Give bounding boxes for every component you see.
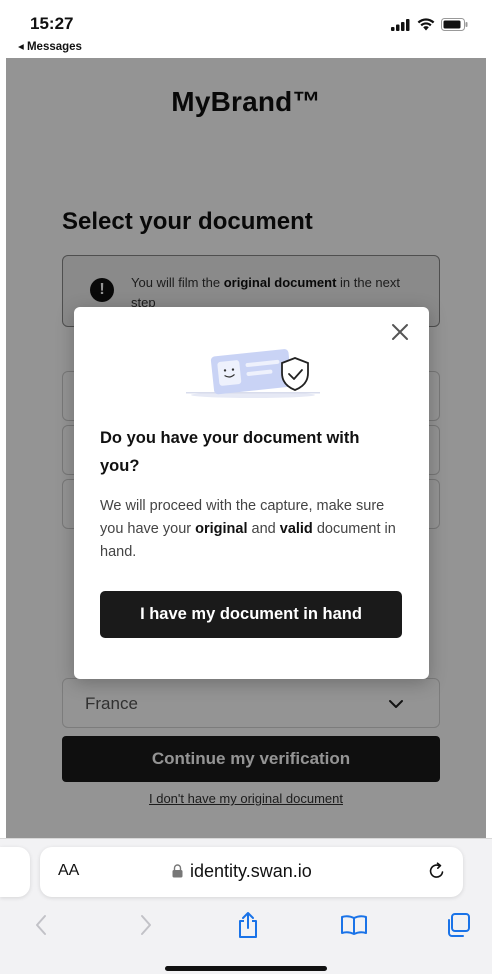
close-icon[interactable] bbox=[389, 321, 411, 343]
cellular-signal-icon bbox=[391, 18, 410, 31]
status-time: 15:27 bbox=[30, 14, 74, 33]
previous-tab-preview[interactable] bbox=[0, 847, 30, 897]
tabs-icon[interactable] bbox=[440, 907, 476, 943]
url-text: identity.swan.io bbox=[190, 861, 312, 881]
browser-toolbar: AA identity.swan.io bbox=[0, 838, 492, 974]
back-icon[interactable] bbox=[23, 907, 59, 943]
modal-title: Do you have your document with you? bbox=[100, 429, 360, 475]
home-indicator[interactable] bbox=[165, 966, 327, 971]
wifi-icon bbox=[417, 18, 435, 31]
forward-icon[interactable] bbox=[128, 907, 164, 943]
page-settings-button[interactable]: AA bbox=[58, 862, 79, 880]
back-to-messages-link[interactable]: ◂ Messages bbox=[18, 39, 82, 53]
lock-icon bbox=[172, 864, 183, 878]
id-card-shield-illustration bbox=[186, 349, 320, 398]
document-check-modal: Do you have your document with you? We w… bbox=[74, 307, 429, 679]
battery-icon bbox=[441, 18, 468, 31]
status-bar: 15:27 ◂ Messages bbox=[0, 0, 492, 58]
reload-icon[interactable] bbox=[427, 861, 447, 881]
address-bar[interactable]: AA identity.swan.io bbox=[40, 847, 463, 897]
share-icon[interactable] bbox=[230, 907, 266, 943]
have-document-button[interactable]: I have my document in hand bbox=[100, 591, 402, 638]
status-icons bbox=[391, 18, 468, 31]
bookmarks-icon[interactable] bbox=[336, 907, 372, 943]
modal-body: We will proceed with the capture, make s… bbox=[100, 498, 396, 560]
